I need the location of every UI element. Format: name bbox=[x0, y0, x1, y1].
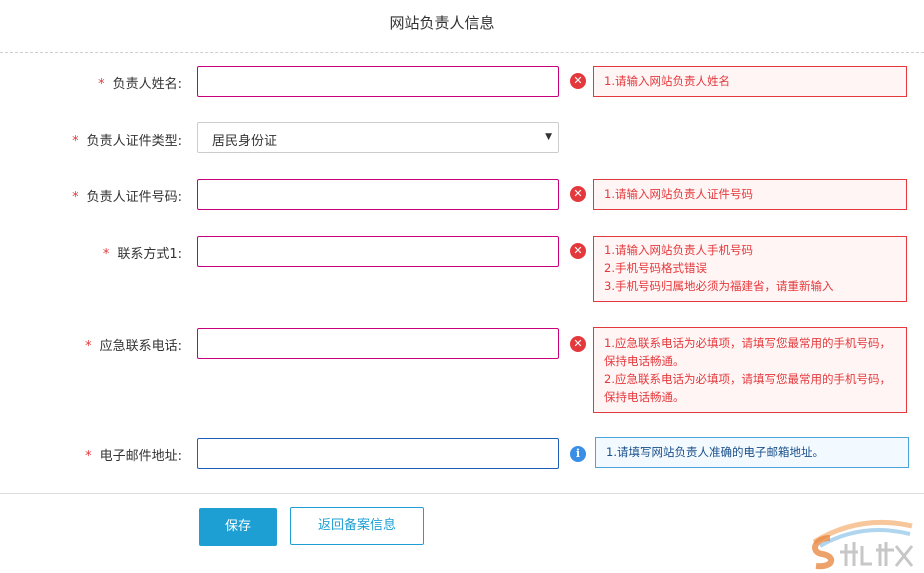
error-circle-icon: ✕ bbox=[570, 73, 586, 89]
required-mark: * bbox=[72, 134, 79, 149]
mobile-input[interactable] bbox=[197, 236, 559, 267]
email-hint: 1.请填写网站负责人准确的电子邮箱地址。 bbox=[595, 437, 909, 468]
id-number-error: 1.请输入网站负责人证件号码 bbox=[593, 179, 907, 210]
required-mark: * bbox=[98, 77, 105, 92]
id-type-select[interactable]: 居民身份证 ▼ bbox=[197, 122, 559, 153]
caret-down-icon: ▼ bbox=[545, 132, 552, 142]
required-mark: * bbox=[85, 339, 92, 354]
id-type-selected-value: 居民身份证 bbox=[212, 134, 278, 149]
watermark-logo bbox=[812, 519, 914, 570]
back-to-filing-button[interactable]: 返回备案信息 bbox=[290, 507, 424, 545]
header-divider bbox=[0, 52, 924, 53]
id-number-label: * 负责人证件号码: bbox=[72, 190, 182, 205]
id-type-label: * 负责人证件类型: bbox=[72, 134, 182, 149]
mobile-error: 1.请输入网站负责人手机号码 2.手机号码格式错误 3.手机号码归属地必须为福建… bbox=[593, 236, 907, 302]
id-number-input[interactable] bbox=[197, 179, 559, 210]
owner-name-error: 1.请输入网站负责人姓名 bbox=[593, 66, 907, 97]
error-circle-icon: ✕ bbox=[570, 186, 586, 202]
emergency-phone-label: * 应急联系电话: bbox=[85, 339, 182, 354]
required-mark: * bbox=[72, 190, 79, 205]
required-mark: * bbox=[102, 247, 110, 262]
owner-name-input[interactable] bbox=[197, 66, 559, 97]
contact-label: * 联系方式1: bbox=[102, 247, 182, 262]
page-title: 网站负责人信息 bbox=[389, 14, 495, 32]
email-input[interactable] bbox=[197, 438, 559, 469]
name-label: * 负责人姓名: bbox=[98, 77, 182, 92]
email-label: * 电子邮件地址: bbox=[85, 449, 182, 464]
info-circle-icon: i bbox=[570, 446, 586, 462]
footer-divider bbox=[0, 493, 924, 494]
required-mark: * bbox=[85, 449, 92, 464]
error-circle-icon: ✕ bbox=[570, 336, 586, 352]
emergency-phone-error: 1.应急联系电话为必填项，请填写您最常用的手机号码，保持电话畅通。 2.应急联系… bbox=[593, 327, 907, 413]
save-button[interactable]: 保存 bbox=[199, 508, 277, 546]
error-circle-icon: ✕ bbox=[570, 243, 586, 259]
emergency-phone-input[interactable] bbox=[197, 328, 559, 359]
